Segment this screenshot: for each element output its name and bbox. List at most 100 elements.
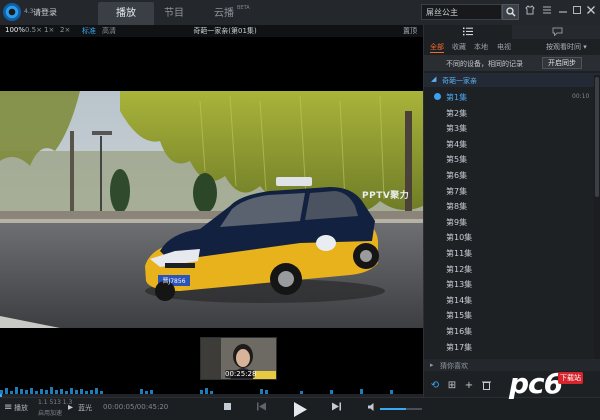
add-file-button[interactable]: + bbox=[463, 380, 475, 392]
acceleration-label[interactable]: 启用加速 bbox=[38, 408, 62, 417]
quality-standard[interactable]: 标准 bbox=[82, 26, 96, 36]
episode-label: 第12集 bbox=[446, 264, 473, 274]
next-button[interactable] bbox=[331, 402, 341, 415]
close-button[interactable] bbox=[584, 5, 598, 19]
filter-bar: 全部 收藏 本地 电视 按观看时间 ▾ bbox=[424, 40, 600, 53]
site-logo-text: pc6 bbox=[509, 367, 563, 400]
episode-label: 第14集 bbox=[446, 295, 473, 305]
episode-item[interactable]: 第17集 bbox=[424, 339, 594, 354]
now-playing-icon bbox=[434, 93, 441, 100]
tab-programs[interactable]: 节目 bbox=[146, 2, 202, 25]
minimize-button[interactable] bbox=[556, 5, 570, 19]
series-title: 奇葩一家亲 bbox=[442, 77, 477, 85]
play-icon bbox=[294, 402, 307, 417]
app-logo-icon[interactable] bbox=[3, 3, 21, 21]
series-header[interactable]: ◢ 奇葩一家亲 bbox=[424, 73, 600, 87]
recommend-label: 猜你喜欢 bbox=[440, 362, 468, 370]
episode-item[interactable]: 第4集 bbox=[424, 136, 594, 151]
zoom-100[interactable]: 100% bbox=[5, 26, 25, 34]
skin-button[interactable] bbox=[523, 5, 537, 19]
sync-banner: 不同的设备，相同的记录 开启同步 bbox=[424, 55, 600, 71]
trash-icon bbox=[481, 381, 491, 390]
time-display: 00:00:05/00:45:20 bbox=[103, 403, 169, 411]
loop-button[interactable]: ⟲ bbox=[429, 380, 441, 392]
episode-label: 第1集 bbox=[446, 93, 468, 102]
episode-item[interactable]: 第10集 bbox=[424, 229, 594, 244]
quality-button[interactable]: 蓝光 bbox=[78, 403, 92, 413]
volume-fill bbox=[380, 408, 407, 410]
episode-label: 第4集 bbox=[446, 139, 468, 149]
pin-top-button[interactable]: 置顶 bbox=[403, 26, 417, 36]
quality-hd[interactable]: 高清 bbox=[102, 26, 116, 36]
episode-item[interactable]: 第7集 bbox=[424, 183, 594, 198]
episode-label: 第3集 bbox=[446, 124, 468, 134]
playlist-panel: 全部 收藏 本地 电视 按观看时间 ▾ 不同的设备，相同的记录 开启同步 ◢ 奇… bbox=[423, 25, 600, 397]
preview-time: 00:25:28 bbox=[225, 370, 257, 378]
episode-label: 第7集 bbox=[446, 186, 468, 196]
episode-item[interactable]: 第13集 bbox=[424, 276, 594, 291]
tab-comments[interactable] bbox=[513, 25, 600, 39]
filter-all[interactable]: 全部 bbox=[430, 42, 444, 53]
chat-icon bbox=[552, 27, 562, 37]
episode-item[interactable]: 第9集 bbox=[424, 214, 594, 229]
episode-label: 第2集 bbox=[446, 108, 468, 118]
title-bar: 4.3 请登录 播放 节目 云播 BETA bbox=[0, 0, 600, 25]
filter-local[interactable]: 本地 bbox=[474, 42, 488, 52]
sort-dropdown[interactable]: 按观看时间 ▾ bbox=[546, 42, 587, 52]
zoom-2x[interactable]: 2× bbox=[60, 26, 70, 34]
filter-tv[interactable]: 电视 bbox=[497, 42, 511, 52]
episode-label: 第10集 bbox=[446, 233, 473, 243]
episode-item[interactable]: 第6集 bbox=[424, 167, 594, 182]
bluray-toggle-icon[interactable]: ▸ bbox=[68, 402, 73, 414]
menu-icon bbox=[543, 6, 551, 14]
episode-item[interactable]: 第11集 bbox=[424, 245, 594, 260]
volume-icon bbox=[368, 403, 374, 411]
taxi-plate: 晋J7856 bbox=[162, 278, 186, 285]
episode-item[interactable]: 第3集 bbox=[424, 120, 594, 135]
episode-label: 第5集 bbox=[446, 155, 468, 165]
search-input[interactable] bbox=[421, 4, 502, 20]
delete-button[interactable] bbox=[480, 380, 492, 392]
collapse-icon[interactable]: ◢ bbox=[431, 75, 436, 83]
login-link[interactable]: 请登录 bbox=[33, 7, 57, 18]
episode-item[interactable]: 第8集 bbox=[424, 198, 594, 213]
episode-label: 第15集 bbox=[446, 311, 473, 321]
episode-progress-time: 00:10 bbox=[572, 93, 590, 100]
scrollbar-thumb[interactable] bbox=[595, 77, 599, 197]
playback-label[interactable]: 播放 bbox=[14, 403, 28, 413]
add-folder-button[interactable]: ⊞ bbox=[446, 380, 458, 392]
episode-item[interactable]: 第12集 bbox=[424, 261, 594, 276]
episode-item[interactable]: 第5集 bbox=[424, 151, 594, 166]
zoom-half[interactable]: 0.5× bbox=[25, 26, 42, 34]
control-bar: ≡ 播放 1.1 513 1.3 启用加速 ▸ 蓝光 00:00:05/00:4… bbox=[0, 397, 600, 420]
episode-label: 第16集 bbox=[446, 327, 473, 336]
restore-button[interactable] bbox=[570, 5, 584, 19]
episode-item[interactable]: 第2集 bbox=[424, 105, 594, 120]
menu-button[interactable] bbox=[540, 5, 554, 19]
skin-icon bbox=[525, 5, 535, 15]
episode-item[interactable]: 第16集 bbox=[424, 323, 594, 338]
video-frame[interactable]: PPTV聚力 晋J7856 bbox=[0, 91, 423, 328]
episode-item[interactable]: 第1集 00:10 bbox=[424, 89, 594, 104]
volume-slider[interactable] bbox=[380, 408, 422, 410]
episode-label: 第8集 bbox=[446, 202, 468, 212]
prev-button[interactable] bbox=[257, 402, 267, 415]
search-icon bbox=[505, 7, 515, 17]
video-scene bbox=[0, 91, 423, 328]
filter-favorites[interactable]: 收藏 bbox=[452, 42, 466, 52]
zoom-1x[interactable]: 1× bbox=[44, 26, 54, 34]
tab-playlist[interactable] bbox=[424, 25, 512, 39]
list-icon bbox=[463, 27, 473, 36]
episode-item[interactable]: 第14集 bbox=[424, 292, 594, 307]
episode-item[interactable]: 第15集 bbox=[424, 307, 594, 322]
search-button[interactable] bbox=[502, 4, 519, 20]
episode-label: 第9集 bbox=[446, 217, 468, 227]
enable-sync-button[interactable]: 开启同步 bbox=[542, 57, 582, 69]
playback-menu-icon[interactable]: ≡ bbox=[4, 402, 12, 414]
playlist-scrollbar[interactable] bbox=[594, 75, 600, 365]
stop-button[interactable] bbox=[223, 402, 232, 415]
play-button[interactable] bbox=[292, 401, 308, 418]
minimize-icon bbox=[559, 11, 567, 13]
beta-badge: BETA bbox=[237, 5, 250, 11]
volume-button[interactable] bbox=[367, 402, 377, 416]
